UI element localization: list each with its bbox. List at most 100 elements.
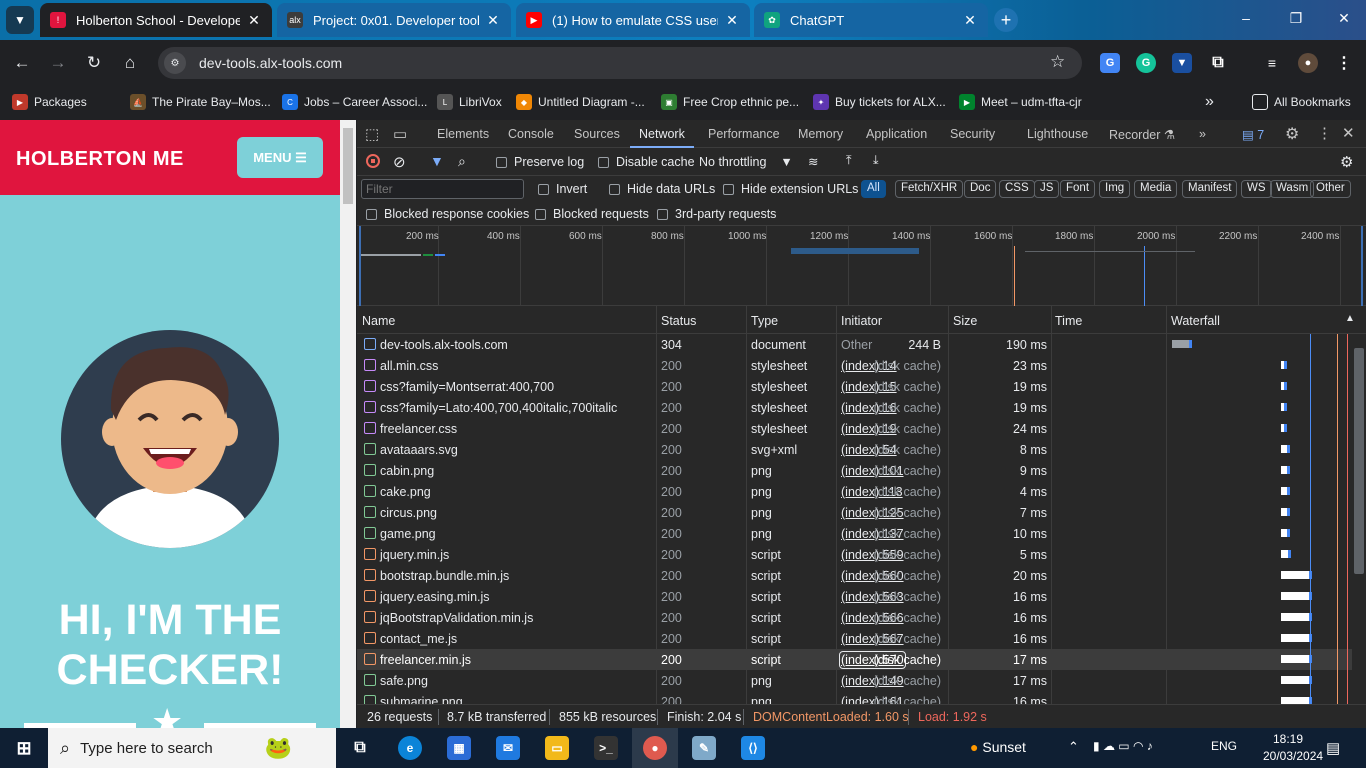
request-row[interactable]: cake.png 200 png (index):113 (disk cache) 4 m… [357, 481, 1352, 502]
more-options-icon[interactable]: ⋮ [1317, 124, 1332, 142]
filter-type-manifest[interactable]: Manifest [1182, 180, 1238, 198]
more-bookmarks-button[interactable]: » [1205, 92, 1214, 112]
import-har-icon[interactable]: ⤒ [846, 153, 852, 168]
column-initiator[interactable]: Initiator [841, 314, 882, 328]
filter-type-doc[interactable]: Doc [964, 180, 997, 198]
tab-application[interactable]: Application [866, 127, 927, 141]
column-waterfall[interactable]: Waterfall [1171, 314, 1220, 328]
request-row[interactable]: jquery.easing.min.js 200 script (index):563… [357, 586, 1352, 607]
column-size[interactable]: Size [953, 314, 977, 328]
shield-extension-icon[interactable]: ▼ [1172, 53, 1192, 73]
store-icon[interactable]: ▦ [447, 736, 471, 760]
google-translate-icon[interactable]: G [1100, 53, 1120, 73]
address-bar[interactable]: ⚙ dev-tools.alx-tools.com [158, 47, 1082, 79]
maximize-button[interactable]: ❐ [1286, 10, 1306, 27]
tab-lighthouse[interactable]: Lighthouse [1027, 127, 1088, 141]
terminal-icon[interactable]: >_ [594, 736, 618, 760]
forward-arrow-icon[interactable]: → [48, 53, 68, 73]
filter-funnel-icon[interactable]: ▼ [430, 153, 444, 169]
request-row[interactable]: avataaars.svg 200 svg+xml (index):54 (disk c… [357, 439, 1352, 460]
request-row[interactable]: safe.png 200 png (index):149 (disk cache) 17 … [357, 670, 1352, 691]
blocked-cookies-checkbox[interactable]: Blocked response cookies [366, 207, 529, 221]
export-har-icon[interactable]: ⤓ [873, 153, 879, 168]
request-row[interactable]: freelancer.css 200 stylesheet (index):19 (di… [357, 418, 1352, 439]
browser-tab-holberton[interactable]: ! Holberton School - Developer t ✕ [40, 3, 272, 37]
bookmark-tickets[interactable]: ✦ Buy tickets for ALX... [813, 92, 946, 112]
search-icon[interactable]: ⌕ [458, 153, 466, 170]
request-row[interactable]: circus.png 200 png (index):125 (disk cache) 7… [357, 502, 1352, 523]
record-button[interactable] [366, 154, 380, 168]
menu-button[interactable]: MENU ☰ [237, 137, 323, 178]
tab-security[interactable]: Security [950, 127, 995, 141]
clock[interactable]: 18:19 20/03/2024 [1263, 732, 1323, 763]
tab-sources[interactable]: Sources [574, 127, 620, 141]
preserve-log-checkbox[interactable]: Preserve log [496, 155, 584, 169]
browser-tab-chatgpt[interactable]: ✿ ChatGPT ✕ [754, 3, 988, 37]
blocked-requests-checkbox[interactable]: Blocked requests [535, 207, 649, 221]
bookmark-librivox[interactable]: L LibriVox [437, 92, 502, 112]
request-row[interactable]: jquery.min.js 200 script (index):559 (disk c… [357, 544, 1352, 565]
bookmark-pirate-bay[interactable]: ⛵ The Pirate Bay–Mos... [130, 92, 271, 112]
request-row[interactable]: css?family=Montserrat:400,700 200 styleshe… [357, 376, 1352, 397]
invert-checkbox[interactable]: Invert [538, 182, 587, 196]
filter-type-font[interactable]: Font [1060, 180, 1096, 198]
bookmark-free-crop[interactable]: ▣ Free Crop ethnic pe... [661, 92, 799, 112]
close-tab-icon[interactable]: ✕ [485, 12, 501, 29]
notifications-icon[interactable]: ▤ [1326, 739, 1340, 757]
column-time[interactable]: Time [1055, 314, 1082, 328]
filter-type-media[interactable]: Media [1134, 180, 1178, 198]
sort-up-icon[interactable]: ▲ [1345, 313, 1355, 324]
issues-badge[interactable]: ▤ 7 [1242, 127, 1264, 142]
filter-type-fetch-xhr[interactable]: Fetch/XHR [895, 180, 964, 198]
tab-elements[interactable]: Elements [437, 127, 489, 141]
bookmark-jobs[interactable]: C Jobs – Career Associ... [282, 92, 427, 112]
bookmark-packages[interactable]: ▶ Packages [12, 92, 87, 112]
close-tab-icon[interactable]: ✕ [724, 12, 740, 29]
new-tab-button[interactable]: + [994, 8, 1018, 32]
site-brand[interactable]: HOLBERTON ME [16, 148, 184, 171]
filter-input[interactable] [361, 179, 524, 199]
task-view-icon[interactable]: ⧉ [348, 736, 372, 760]
request-row[interactable]: cabin.png 200 png (index):101 (disk cache) 9 … [357, 460, 1352, 481]
profile-avatar[interactable]: ● [1298, 53, 1318, 73]
back-arrow-icon[interactable]: ← [12, 53, 32, 73]
extensions-puzzle-icon[interactable]: ⧉ [1208, 53, 1228, 73]
close-tab-icon[interactable]: ✕ [962, 12, 978, 29]
filter-type-js[interactable]: JS [1034, 180, 1060, 198]
inspect-element-icon[interactable]: ⬚ [365, 125, 379, 143]
close-devtools-icon[interactable]: ✕ [1342, 124, 1355, 142]
column-type[interactable]: Type [751, 314, 778, 328]
request-row[interactable]: submarine.png 200 png (index):161 (disk cach… [357, 691, 1352, 704]
tab-console[interactable]: Console [508, 127, 554, 141]
windows-start-icon[interactable]: ⊞ [12, 736, 36, 760]
network-settings-gear-icon[interactable]: ⚙ [1340, 153, 1353, 171]
request-row[interactable]: bootstrap.bundle.min.js 200 script (index):… [357, 565, 1352, 586]
grammarly-icon[interactable]: G [1136, 53, 1156, 73]
request-row[interactable]: all.min.css 200 stylesheet (index):14 (disk … [357, 355, 1352, 376]
close-window-button[interactable]: ✕ [1334, 10, 1354, 27]
filter-type-css[interactable]: CSS [999, 180, 1035, 198]
taskbar-search-box[interactable]: ⌕ Type here to search 🐸 [48, 728, 336, 768]
tab-recorder[interactable]: Recorder ⚗ [1109, 127, 1175, 142]
bookmark-star-icon[interactable]: ☆ [1050, 52, 1065, 72]
tab-memory[interactable]: Memory [798, 127, 843, 141]
close-tab-icon[interactable]: ✕ [246, 12, 262, 29]
minimize-button[interactable]: – [1236, 10, 1256, 26]
disable-cache-checkbox[interactable]: Disable cache [598, 155, 695, 169]
requests-scrollbar-thumb[interactable] [1354, 348, 1364, 574]
reload-icon[interactable]: ↻ [84, 53, 104, 73]
filter-type-img[interactable]: Img [1099, 180, 1131, 198]
mail-icon[interactable]: ✉ [496, 736, 520, 760]
hide-extension-urls-checkbox[interactable]: Hide extension URLs [723, 182, 858, 196]
more-tabs-icon[interactable]: » [1199, 127, 1206, 141]
filter-type-wasm[interactable]: Wasm [1270, 180, 1315, 198]
tab-search-button[interactable]: ▼ [6, 6, 34, 34]
third-party-checkbox[interactable]: 3rd-party requests [657, 207, 776, 221]
requests-scrollbar[interactable] [1352, 334, 1366, 704]
request-row[interactable]: game.png 200 png (index):137 (disk cache) 10 … [357, 523, 1352, 544]
bookmark-diagram[interactable]: ◆ Untitled Diagram -... [516, 92, 645, 112]
all-bookmarks-folder[interactable]: All Bookmarks [1252, 92, 1351, 112]
bookmark-meet[interactable]: ▶ Meet – udm-tfta-cjr [959, 92, 1082, 112]
network-conditions-icon[interactable]: ≋ [808, 154, 818, 169]
reading-list-icon[interactable]: ≡ [1262, 53, 1282, 73]
